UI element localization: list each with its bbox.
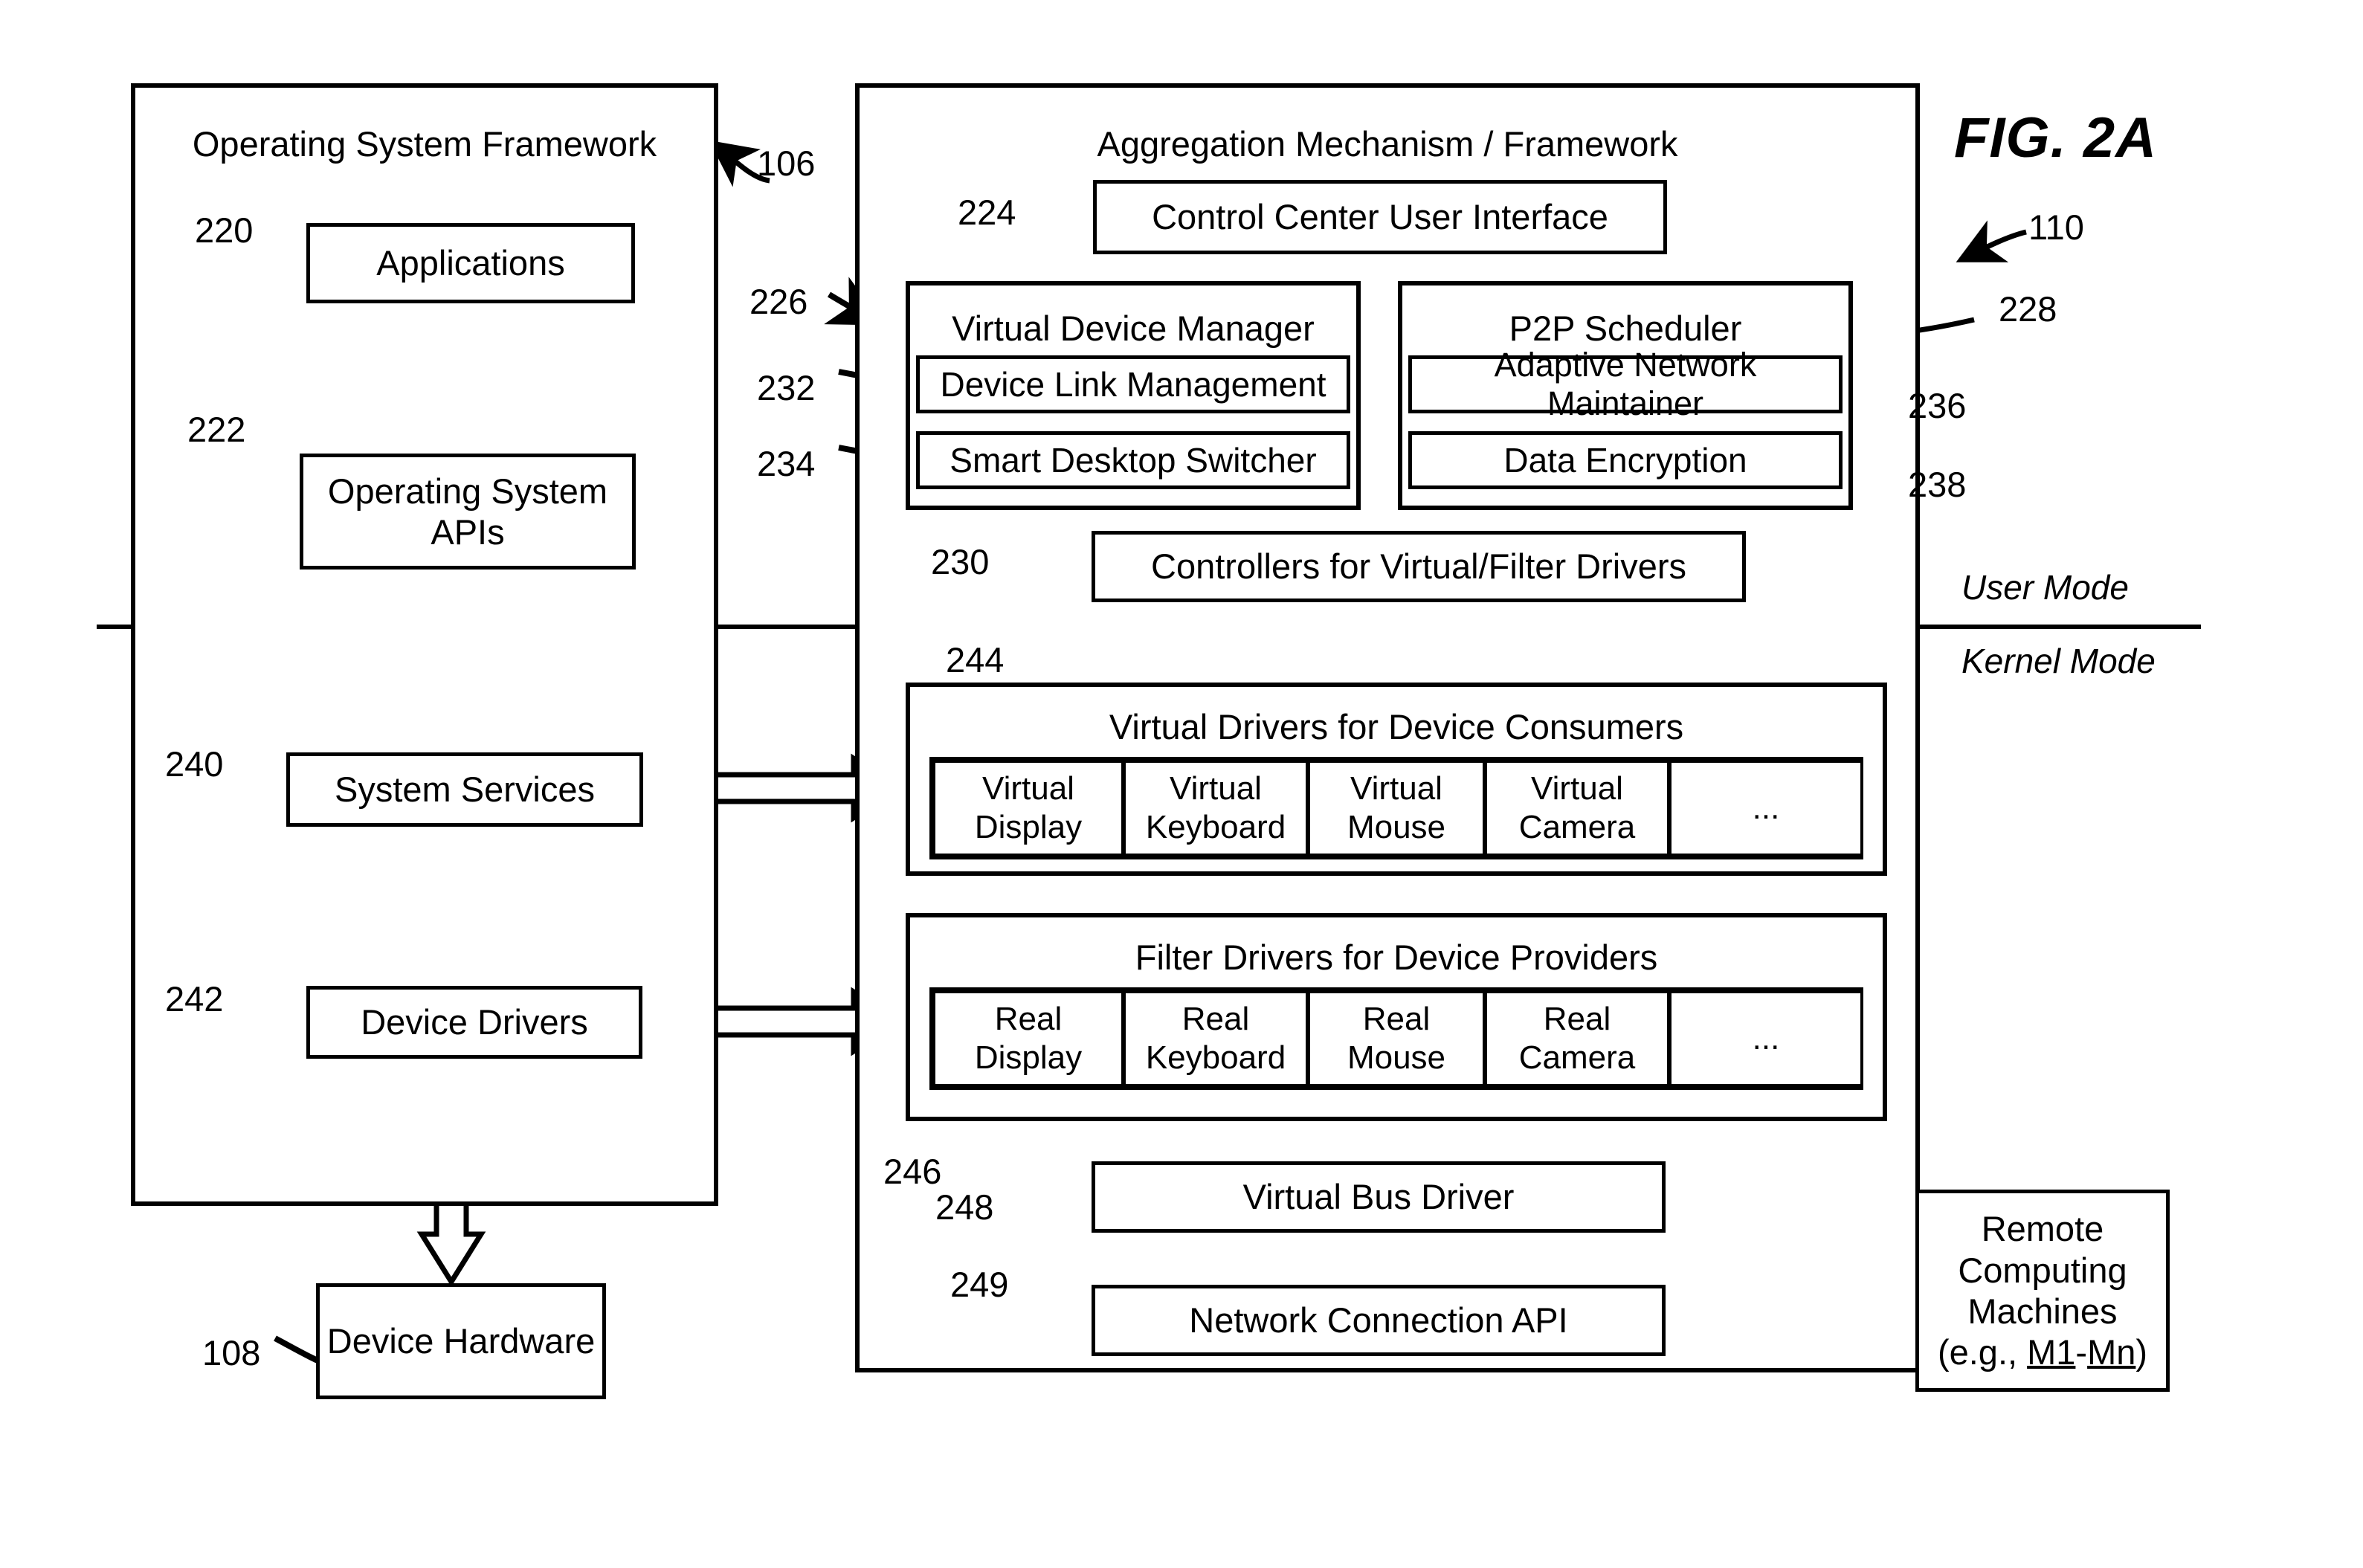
- ref-248: 248: [935, 1187, 994, 1227]
- virtual-camera-line2: Camera: [1518, 809, 1636, 845]
- device-drivers-label: Device Drivers: [361, 1002, 588, 1042]
- figure-title: FIG. 2A: [1954, 106, 2158, 170]
- system-services-label: System Services: [335, 770, 595, 810]
- virtual-ellipsis-cell: ...: [1669, 761, 1863, 856]
- virtual-camera-cell: Virtual Camera: [1485, 761, 1669, 856]
- os-apis-label: Operating System APIs: [327, 471, 608, 552]
- remote-eg-prefix: (e.g.,: [1937, 1332, 2028, 1372]
- remote-line2: Computing: [1958, 1250, 2127, 1290]
- ref-232: 232: [757, 368, 816, 407]
- user-mode-label: User Mode: [1961, 568, 2129, 607]
- virtual-display-cell: Virtual Display: [933, 761, 1124, 856]
- ref-222: 222: [187, 410, 246, 449]
- ref-106: 106: [757, 143, 816, 183]
- real-camera-line2: Camera: [1518, 1039, 1636, 1076]
- virtual-mouse-line2: Mouse: [1347, 809, 1446, 845]
- virtual-device-manager-title: Virtual Device Manager: [952, 309, 1315, 348]
- os-framework-title: Operating System Framework: [192, 124, 657, 164]
- device-hardware-label: Device Hardware: [326, 1321, 596, 1361]
- ref-220: 220: [195, 210, 254, 250]
- real-mouse-line2: Mouse: [1347, 1039, 1446, 1076]
- remote-line4: (e.g., M1-Mn): [1938, 1332, 2147, 1372]
- virtual-ellipsis-label: ...: [1752, 790, 1780, 827]
- real-display-line2: Display: [974, 1039, 1083, 1076]
- remote-line3: Machines: [1967, 1291, 2118, 1331]
- real-display-cell: Real Display: [933, 991, 1124, 1086]
- applications-box: Applications: [306, 223, 635, 303]
- ref-249: 249: [950, 1265, 1009, 1304]
- virtual-keyboard-cell: Virtual Keyboard: [1124, 761, 1308, 856]
- remote-computing-machines-box: Remote Computing Machines (e.g., M1-Mn): [1915, 1190, 2170, 1392]
- ref-240: 240: [165, 744, 224, 784]
- virtual-drivers-cell-row: Virtual Display Virtual Keyboard Virtual…: [929, 757, 1863, 859]
- device-link-management-label: Device Link Management: [940, 365, 1326, 404]
- ref-238: 238: [1908, 465, 1967, 504]
- controllers-label: Controllers for Virtual/Filter Drivers: [1151, 546, 1686, 587]
- real-ellipsis-cell: ...: [1669, 991, 1863, 1086]
- real-mouse-line1: Real: [1362, 1001, 1431, 1038]
- remote-dash: -: [2075, 1332, 2088, 1372]
- virtual-mouse-cell: Virtual Mouse: [1308, 761, 1485, 856]
- ref-108: 108: [202, 1333, 261, 1372]
- data-encryption-label: Data Encryption: [1503, 441, 1747, 480]
- real-display-line1: Real: [994, 1001, 1063, 1038]
- filter-drivers-title: Filter Drivers for Device Providers: [1135, 938, 1658, 977]
- ref-228: 228: [1999, 289, 2057, 329]
- ref-226: 226: [749, 282, 808, 321]
- virtual-mouse-line1: Virtual: [1350, 770, 1442, 807]
- virtual-drivers-title: Virtual Drivers for Device Consumers: [1109, 707, 1684, 746]
- ref-244: 244: [946, 640, 1005, 680]
- remote-eg-suffix: ): [2135, 1332, 2148, 1372]
- ref-236: 236: [1908, 386, 1967, 425]
- real-keyboard-line1: Real: [1182, 1001, 1250, 1038]
- control-center-box: Control Center User Interface: [1093, 180, 1667, 254]
- kernel-mode-label: Kernel Mode: [1961, 642, 2156, 680]
- virtual-display-line1: Virtual: [982, 770, 1074, 807]
- applications-label: Applications: [376, 243, 565, 283]
- smart-desktop-switcher-box: Smart Desktop Switcher: [916, 431, 1350, 489]
- os-apis-box: Operating System APIs: [300, 454, 636, 570]
- virtual-keyboard-line2: Keyboard: [1145, 809, 1286, 845]
- virtual-bus-driver-box: Virtual Bus Driver: [1092, 1161, 1666, 1233]
- adaptive-network-maintainer-box: Adaptive Network Maintainer: [1408, 346, 1843, 422]
- adaptive-network-maintainer-label: Adaptive Network Maintainer: [1494, 346, 1757, 422]
- virtual-keyboard-line1: Virtual: [1170, 770, 1262, 807]
- smart-desktop-switcher-label: Smart Desktop Switcher: [950, 441, 1317, 480]
- network-connection-api-box: Network Connection API: [1092, 1285, 1666, 1356]
- real-camera-cell: Real Camera: [1485, 991, 1669, 1086]
- ref-224: 224: [958, 193, 1016, 232]
- ref-234: 234: [757, 444, 816, 483]
- device-drivers-box: Device Drivers: [306, 986, 642, 1059]
- ref-110: 110: [2028, 207, 2084, 247]
- control-center-label: Control Center User Interface: [1152, 197, 1608, 237]
- ref-230: 230: [931, 542, 990, 581]
- device-link-management-box: Device Link Management: [916, 355, 1350, 413]
- p2p-scheduler-title: P2P Scheduler: [1509, 309, 1742, 348]
- system-services-box: System Services: [286, 752, 643, 827]
- virtual-bus-driver-label: Virtual Bus Driver: [1242, 1177, 1515, 1217]
- remote-m1: M1: [2027, 1332, 2076, 1372]
- leader-110: [1956, 220, 2027, 262]
- device-hardware-box: Device Hardware: [316, 1283, 606, 1399]
- real-mouse-cell: Real Mouse: [1308, 991, 1485, 1086]
- real-camera-line1: Real: [1543, 1001, 1611, 1038]
- patent-figure-2a: FIG. 2A User Mode Kernel Mode Operating …: [0, 0, 2363, 1568]
- virtual-display-line2: Display: [974, 809, 1083, 845]
- real-keyboard-cell: Real Keyboard: [1124, 991, 1308, 1086]
- real-keyboard-line2: Keyboard: [1145, 1039, 1286, 1076]
- real-ellipsis-label: ...: [1752, 1020, 1780, 1057]
- network-connection-api-label: Network Connection API: [1189, 1300, 1568, 1340]
- aggregation-title: Aggregation Mechanism / Framework: [1097, 124, 1678, 164]
- remote-mn: Mn: [2087, 1332, 2136, 1372]
- controllers-box: Controllers for Virtual/Filter Drivers: [1092, 531, 1746, 602]
- data-encryption-box: Data Encryption: [1408, 431, 1843, 489]
- ref-242: 242: [165, 979, 224, 1019]
- remote-line1: Remote: [1981, 1209, 2104, 1249]
- ref-246: 246: [883, 1152, 942, 1191]
- filter-drivers-cell-row: Real Display Real Keyboard Real Mouse Re…: [929, 987, 1863, 1090]
- virtual-camera-line1: Virtual: [1531, 770, 1623, 807]
